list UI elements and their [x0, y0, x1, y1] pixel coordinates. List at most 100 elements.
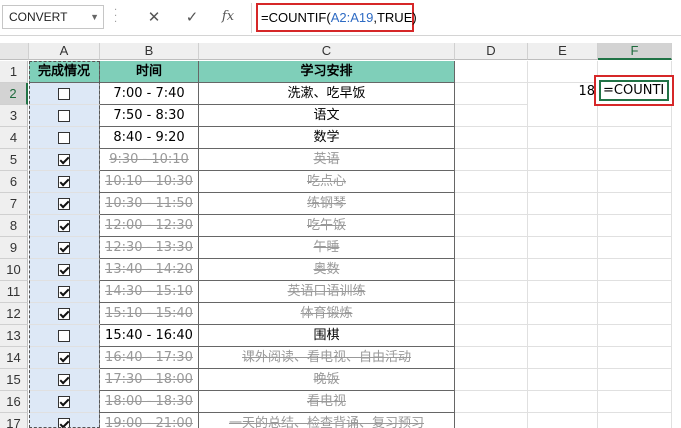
- checkbox-checked-icon[interactable]: [58, 197, 70, 210]
- checkbox-checked-icon[interactable]: [58, 351, 70, 364]
- checkbox-checked-icon[interactable]: [58, 175, 70, 188]
- checkbox-checked-icon[interactable]: [58, 395, 70, 408]
- cell[interactable]: [455, 237, 528, 259]
- schedule-cell[interactable]: 英语: [199, 149, 455, 171]
- cell[interactable]: [455, 325, 528, 347]
- row-header-4[interactable]: 4: [0, 127, 28, 149]
- cell[interactable]: [598, 149, 672, 171]
- status-cell[interactable]: [29, 391, 100, 413]
- cell[interactable]: [528, 237, 598, 259]
- row-header-2[interactable]: 2: [0, 83, 28, 105]
- cell[interactable]: [598, 369, 672, 391]
- cell[interactable]: [598, 171, 672, 193]
- time-cell[interactable]: 16:40 - 17:30: [100, 347, 199, 369]
- cell[interactable]: [455, 303, 528, 325]
- schedule-cell[interactable]: 数学: [199, 127, 455, 149]
- cell[interactable]: [455, 347, 528, 369]
- checkbox-empty-icon[interactable]: [58, 109, 70, 122]
- row-header-11[interactable]: 11: [0, 281, 28, 303]
- cell[interactable]: [528, 61, 598, 83]
- insert-function-button[interactable]: fx: [216, 6, 240, 28]
- row-header-9[interactable]: 9: [0, 237, 28, 259]
- time-cell[interactable]: 17:30 - 18:00: [100, 369, 199, 391]
- table-header-schedule[interactable]: 学习安排: [199, 61, 455, 83]
- checkbox-empty-icon[interactable]: [58, 87, 70, 100]
- cell[interactable]: [528, 347, 598, 369]
- schedule-cell[interactable]: 课外阅读、看电视、自由活动: [199, 347, 455, 369]
- status-cell[interactable]: [29, 83, 100, 105]
- time-cell[interactable]: 7:00 - 7:40: [100, 83, 199, 105]
- status-cell[interactable]: [29, 303, 100, 325]
- column-header-d[interactable]: D: [455, 43, 528, 60]
- cell[interactable]: [528, 105, 598, 127]
- column-header-c[interactable]: C: [199, 43, 455, 60]
- cell[interactable]: [455, 259, 528, 281]
- checkbox-checked-icon[interactable]: [58, 241, 70, 254]
- row-header-7[interactable]: 7: [0, 193, 28, 215]
- checkbox-checked-icon[interactable]: [58, 219, 70, 232]
- status-cell[interactable]: [29, 369, 100, 391]
- cell[interactable]: [455, 215, 528, 237]
- cell[interactable]: [528, 171, 598, 193]
- column-header-a[interactable]: A: [29, 43, 100, 60]
- status-cell[interactable]: [29, 171, 100, 193]
- time-cell[interactable]: 8:40 - 9:20: [100, 127, 199, 149]
- cell[interactable]: [455, 105, 528, 127]
- time-cell[interactable]: 10:10 - 10:30: [100, 171, 199, 193]
- cell[interactable]: [598, 391, 672, 413]
- row-header-6[interactable]: 6: [0, 171, 28, 193]
- cell[interactable]: [455, 391, 528, 413]
- status-cell[interactable]: [29, 347, 100, 369]
- status-cell[interactable]: [29, 193, 100, 215]
- cell[interactable]: [455, 413, 528, 428]
- schedule-cell[interactable]: 一天的总结、检查背诵、复习预习: [199, 413, 455, 428]
- enter-button[interactable]: ✓: [180, 6, 204, 28]
- time-cell[interactable]: 7:50 - 8:30: [100, 105, 199, 127]
- schedule-cell[interactable]: 吃点心: [199, 171, 455, 193]
- time-cell[interactable]: 9:30 - 10:10: [100, 149, 199, 171]
- cell[interactable]: [598, 259, 672, 281]
- status-cell[interactable]: [29, 413, 100, 428]
- schedule-cell[interactable]: 围棋: [199, 325, 455, 347]
- row-header-17[interactable]: 17: [0, 413, 28, 428]
- schedule-cell[interactable]: 奥数: [199, 259, 455, 281]
- time-cell[interactable]: 14:30 - 15:10: [100, 281, 199, 303]
- select-all-corner[interactable]: [0, 43, 29, 60]
- time-cell[interactable]: 10:30 - 11:50: [100, 193, 199, 215]
- cell[interactable]: [598, 413, 672, 428]
- checkbox-checked-icon[interactable]: [58, 263, 70, 276]
- schedule-cell[interactable]: 晚饭: [199, 369, 455, 391]
- schedule-cell[interactable]: 吃午饭: [199, 215, 455, 237]
- cell[interactable]: [598, 105, 672, 127]
- schedule-cell[interactable]: 看电视: [199, 391, 455, 413]
- cell[interactable]: [455, 171, 528, 193]
- cell[interactable]: [455, 61, 528, 83]
- row-header-13[interactable]: 13: [0, 325, 28, 347]
- row-header-3[interactable]: 3: [0, 105, 28, 127]
- checkbox-checked-icon[interactable]: [58, 373, 70, 386]
- row-header-5[interactable]: 5: [0, 149, 28, 171]
- cell[interactable]: [598, 281, 672, 303]
- table-header-status[interactable]: 完成情况: [29, 61, 100, 83]
- time-cell[interactable]: 12:00 - 12:30: [100, 215, 199, 237]
- column-header-f[interactable]: F: [598, 43, 672, 60]
- cell[interactable]: [598, 303, 672, 325]
- cell[interactable]: [598, 193, 672, 215]
- cell-e2[interactable]: 18: [528, 81, 598, 103]
- cell[interactable]: [455, 149, 528, 171]
- cell[interactable]: [528, 303, 598, 325]
- status-cell[interactable]: [29, 215, 100, 237]
- status-cell[interactable]: [29, 127, 100, 149]
- checkbox-checked-icon[interactable]: [58, 153, 70, 166]
- cell[interactable]: [528, 281, 598, 303]
- row-header-12[interactable]: 12: [0, 303, 28, 325]
- column-header-e[interactable]: E: [528, 43, 598, 60]
- cell[interactable]: [455, 281, 528, 303]
- schedule-cell[interactable]: 午睡: [199, 237, 455, 259]
- row-header-10[interactable]: 10: [0, 259, 28, 281]
- time-cell[interactable]: 18:00 - 18:30: [100, 391, 199, 413]
- schedule-cell[interactable]: 洗漱、吃早饭: [199, 83, 455, 105]
- time-cell[interactable]: 13:40 - 14:20: [100, 259, 199, 281]
- cell[interactable]: [598, 347, 672, 369]
- time-cell[interactable]: 15:10 - 15:40: [100, 303, 199, 325]
